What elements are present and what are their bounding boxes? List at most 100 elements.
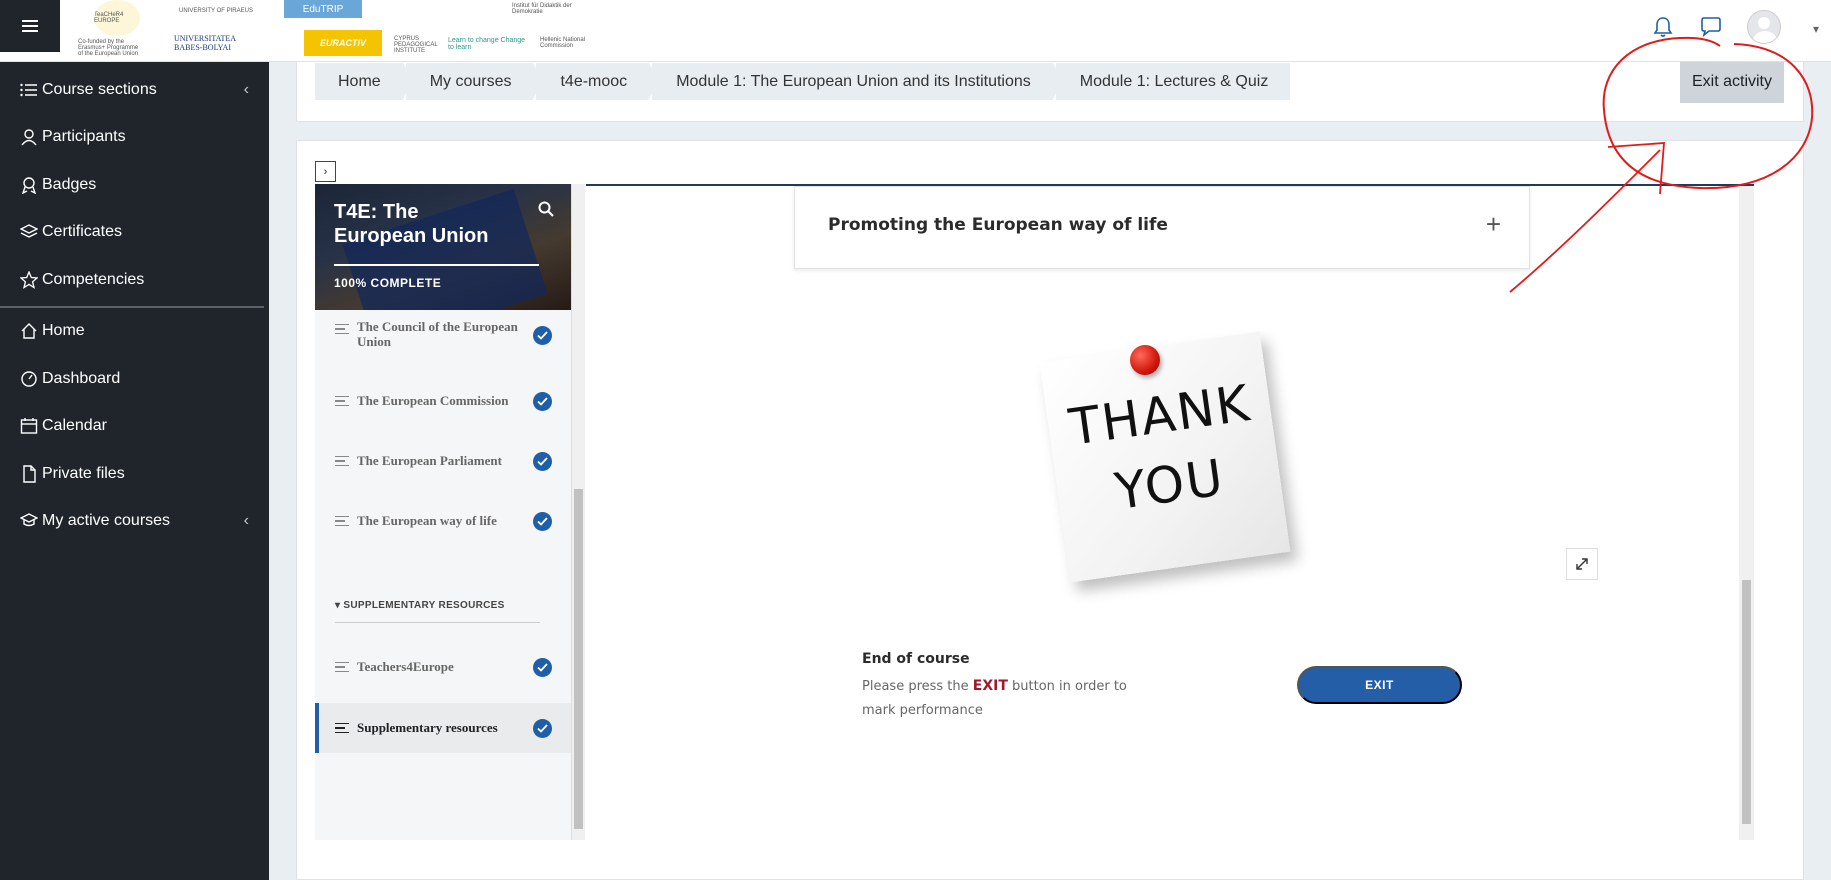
lesson-icon	[335, 516, 349, 526]
exit-activity-button[interactable]: Exit activity	[1680, 60, 1784, 103]
expand-icon[interactable]	[1566, 548, 1598, 580]
logo-teachers4europe: TeaCHeR4 EUROPE	[94, 0, 140, 36]
progress-rule	[334, 264, 539, 266]
toc-item[interactable]: The Council of the European Union	[315, 314, 571, 356]
star-icon	[20, 271, 42, 289]
nav-label: Course sections	[42, 81, 157, 98]
breadcrumb-module[interactable]: Module 1: The European Union and its Ins…	[652, 63, 1063, 100]
nav-item-badges[interactable]: Badges	[20, 169, 249, 201]
toc-item[interactable]: Teachers4Europe	[315, 652, 571, 682]
nav-item-my-active-courses[interactable]: My active courses ‹	[20, 505, 249, 537]
logo-babes-bolyai: UNIVERSITATEA BABES-BOLYAI	[174, 34, 236, 52]
scrollbar-thumb[interactable]	[574, 489, 583, 829]
toc-item-label: The European Parliament	[357, 453, 502, 468]
list-icon	[20, 82, 42, 98]
thank-you-note-text: THANK YOU	[1051, 366, 1278, 534]
breadcrumb: Home My courses t4e-mooc Module 1: The E…	[315, 63, 1293, 100]
toc-item[interactable]: The European way of life	[315, 506, 571, 536]
check-icon	[533, 719, 552, 738]
breadcrumb-my-courses[interactable]: My courses	[405, 63, 544, 100]
toc-item[interactable]: The European Commission	[315, 386, 571, 416]
scrollbar-thumb[interactable]	[1742, 580, 1751, 824]
lesson-icon	[335, 662, 349, 672]
end-text-part: Please press the	[862, 679, 973, 694]
chevron-left-icon[interactable]: ‹	[244, 81, 249, 99]
logo-learn-to-change: Learn to change Change to learn	[448, 37, 526, 51]
toc-item-label: Supplementary resources	[357, 720, 498, 735]
search-icon[interactable]	[537, 200, 555, 223]
user-avatar[interactable]	[1747, 10, 1781, 44]
chevron-down-icon[interactable]: ▾	[1813, 22, 1819, 36]
user-icon	[20, 128, 42, 146]
logo-didaktik-demokratie: Institut für Didaktik der Demokratie	[512, 3, 572, 15]
nav-label: Competencies	[42, 271, 145, 288]
nav-item-certificates[interactable]: Certificates	[20, 216, 249, 248]
toc-item[interactable]: The European Parliament	[315, 446, 571, 476]
logo-university-piraeus: UNIVERSITY OF PIRAEUS	[179, 8, 253, 14]
check-icon	[533, 658, 552, 677]
menu-icon	[22, 25, 38, 27]
breadcrumb-home[interactable]: Home	[315, 63, 413, 100]
end-of-course-text: Please press the EXIT button in order to…	[862, 674, 1162, 723]
file-icon	[20, 465, 42, 483]
toc-section-label: SUPPLEMENTARY RESOURCES	[343, 600, 505, 611]
toc-toggle-button[interactable]: ›	[315, 161, 336, 182]
accordion-title: Promoting the European way of life	[828, 215, 1168, 235]
nav-label: Private files	[42, 465, 125, 482]
badge-icon	[20, 176, 42, 194]
nav-item-participants[interactable]: Participants	[20, 121, 249, 153]
home-icon	[20, 322, 42, 340]
check-icon	[533, 512, 552, 531]
progress-label: 100% COMPLETE	[334, 276, 442, 290]
content-scrollbar[interactable]	[1739, 186, 1754, 840]
nav-item-home[interactable]: Home	[20, 315, 249, 347]
breadcrumb-activity[interactable]: Module 1: Lectures & Quiz	[1055, 63, 1291, 100]
nav-item-course-sections[interactable]: Course sections ‹	[20, 74, 249, 106]
top-header: TeaCHeR4 EUROPE UNIVERSITY OF PIRAEUS Ed…	[0, 0, 1831, 62]
chevron-left-icon[interactable]: ‹	[244, 512, 249, 530]
logo-erasmus: Co-funded by the Erasmus+ Programme of t…	[78, 39, 139, 57]
end-text-exit-word: EXIT	[972, 678, 1008, 694]
hamburger-menu-button[interactable]	[0, 0, 60, 52]
nav-label: Dashboard	[42, 370, 121, 387]
partner-logos: TeaCHeR4 EUROPE UNIVERSITY OF PIRAEUS Ed…	[78, 0, 668, 60]
chat-icon[interactable]	[1699, 15, 1723, 39]
toc-header: T4E: The European Union 100% COMPLETE	[315, 184, 571, 310]
end-of-course-title: End of course	[862, 651, 970, 667]
nav-label: My active courses	[42, 512, 171, 529]
toc-item-active[interactable]: Supplementary resources	[315, 703, 571, 753]
plus-icon[interactable]: +	[1486, 211, 1501, 237]
toc-section-heading[interactable]: ▾ SUPPLEMENTARY RESOURCES	[335, 600, 505, 611]
nav-label: Home	[42, 322, 85, 339]
nav-item-calendar[interactable]: Calendar	[20, 410, 249, 442]
nav-item-private-files[interactable]: Private files	[20, 458, 249, 490]
nav-item-dashboard[interactable]: Dashboard	[20, 363, 249, 395]
toc-item-label: The European Commission	[357, 393, 509, 408]
nav-divider	[0, 306, 264, 308]
section-divider	[335, 622, 540, 623]
nav-label: Badges	[42, 176, 97, 193]
toc-item-label: Teachers4Europe	[357, 659, 454, 674]
check-icon	[533, 452, 552, 471]
check-icon	[533, 326, 552, 345]
lesson-icon	[335, 324, 349, 334]
logo-edutrip: EduTRIP	[284, 0, 362, 18]
graduation-cap-icon	[20, 512, 42, 530]
exit-button[interactable]: EXIT	[1297, 666, 1462, 704]
breadcrumb-course[interactable]: t4e-mooc	[536, 63, 659, 100]
gauge-icon	[20, 370, 42, 388]
accordion-panel[interactable]: Promoting the European way of life +	[794, 186, 1530, 269]
lesson-icon	[335, 396, 349, 406]
check-icon	[533, 392, 552, 411]
header-actions	[1651, 10, 1781, 44]
toc-item-label: The Council of the European Union	[357, 319, 518, 349]
toc-item-label: The European way of life	[357, 513, 497, 528]
layers-icon	[20, 223, 42, 241]
bell-icon[interactable]	[1651, 15, 1675, 39]
lesson-icon	[335, 723, 349, 733]
toc-scrollbar[interactable]	[571, 184, 585, 840]
pushpin-icon	[1130, 345, 1160, 375]
nav-label: Calendar	[42, 417, 107, 434]
nav-drawer: Course sections ‹ Participants Badges Ce…	[0, 52, 269, 880]
nav-item-competencies[interactable]: Competencies	[20, 264, 249, 296]
